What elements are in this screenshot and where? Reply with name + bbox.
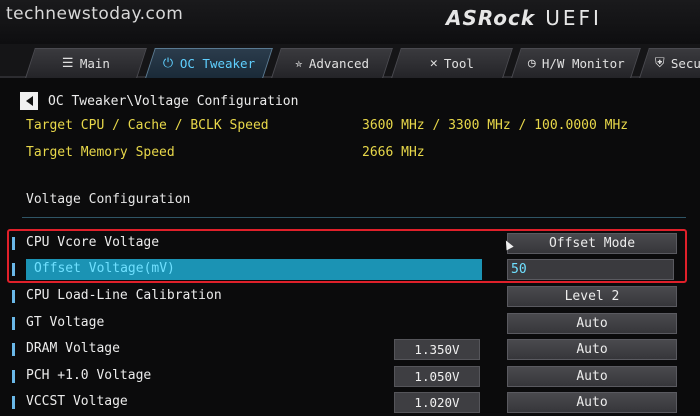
tools-icon: ✕ xyxy=(429,56,438,71)
star-icon: ✮ xyxy=(294,56,303,71)
tab-hw-monitor[interactable]: ◷ H/W Monitor xyxy=(511,48,641,78)
monitor-icon: ◷ xyxy=(527,56,536,71)
tab-label: Advanced xyxy=(308,56,369,71)
row-marker-icon xyxy=(12,370,15,383)
info-value-cpu-speed: 3600 MHz / 3300 MHz / 100.0000 MHz xyxy=(362,118,629,133)
tab-tool[interactable]: ✕ Tool xyxy=(391,48,513,78)
tab-label: Secu xyxy=(670,56,700,71)
row-marker-icon xyxy=(12,396,15,409)
list-icon: ☰ xyxy=(61,56,74,71)
row-marker-icon xyxy=(12,317,15,330)
annotation-highlight-box xyxy=(7,229,687,283)
setting-value-button[interactable]: Auto xyxy=(507,392,677,413)
tab-label: OC Tweaker xyxy=(179,56,255,71)
breadcrumb: OC Tweaker\Voltage Configuration xyxy=(20,92,298,110)
tab-label: Main xyxy=(79,56,110,71)
setting-row-load-line[interactable]: CPU Load-Line Calibration Level 2 xyxy=(0,285,700,309)
current-voltage-readout: 1.020V xyxy=(394,392,480,413)
setting-label: GT Voltage xyxy=(26,315,105,330)
top-bar: technewstoday.com ASRock UEFI xyxy=(0,0,700,44)
setting-row-gt-voltage[interactable]: GT Voltage Auto xyxy=(0,312,700,336)
setting-value-button[interactable]: Level 2 xyxy=(507,286,677,307)
back-arrow-icon xyxy=(25,96,33,106)
tab-advanced[interactable]: ✮ Advanced xyxy=(271,48,393,78)
current-voltage-readout: 1.350V xyxy=(394,339,480,360)
tab-label: H/W Monitor xyxy=(541,56,625,71)
section-divider xyxy=(22,217,686,218)
setting-value-button[interactable]: Auto xyxy=(507,339,677,360)
back-button[interactable] xyxy=(20,92,38,110)
section-title: Voltage Configuration xyxy=(26,192,191,207)
setting-label: DRAM Voltage xyxy=(26,341,120,356)
tab-main[interactable]: ☰ Main xyxy=(25,48,147,78)
info-value-memory-speed: 2666 MHz xyxy=(362,145,425,160)
info-label-cpu-speed: Target CPU / Cache / BCLK Speed xyxy=(26,118,269,133)
tab-label: Tool xyxy=(443,56,474,71)
setting-label: VCCST Voltage xyxy=(26,394,128,409)
tab-oc-tweaker[interactable]: ⏻ OC Tweaker xyxy=(145,48,273,78)
brand-product: UEFI xyxy=(545,6,602,30)
tab-bar: ☰ Main ⏻ OC Tweaker ✮ Advanced ✕ Tool ◷ … xyxy=(0,44,700,78)
brand-name: ASRock xyxy=(446,6,536,30)
row-marker-icon xyxy=(12,290,15,303)
setting-label: PCH +1.0 Voltage xyxy=(26,368,152,383)
setting-row-dram-voltage[interactable]: DRAM Voltage 1.350V Auto xyxy=(0,338,700,362)
setting-label: CPU Load-Line Calibration xyxy=(26,288,222,303)
row-marker-icon xyxy=(12,343,15,356)
setting-value-button[interactable]: Auto xyxy=(507,366,677,387)
current-voltage-readout: 1.050V xyxy=(394,366,480,387)
watermark: technewstoday.com xyxy=(6,4,184,24)
breadcrumb-text: OC Tweaker\Voltage Configuration xyxy=(48,93,299,109)
setting-row-pch-voltage[interactable]: PCH +1.0 Voltage 1.050V Auto xyxy=(0,365,700,389)
info-label-memory-speed: Target Memory Speed xyxy=(26,145,175,160)
power-icon: ⏻ xyxy=(163,56,174,71)
tab-security[interactable]: ⛨ Secu xyxy=(639,48,700,78)
setting-value-button[interactable]: Auto xyxy=(507,313,677,334)
brand-logo: ASRock UEFI xyxy=(446,6,602,30)
shield-icon: ⛨ xyxy=(654,56,665,71)
setting-row-vccst-voltage[interactable]: VCCST Voltage 1.020V Auto xyxy=(0,391,700,415)
